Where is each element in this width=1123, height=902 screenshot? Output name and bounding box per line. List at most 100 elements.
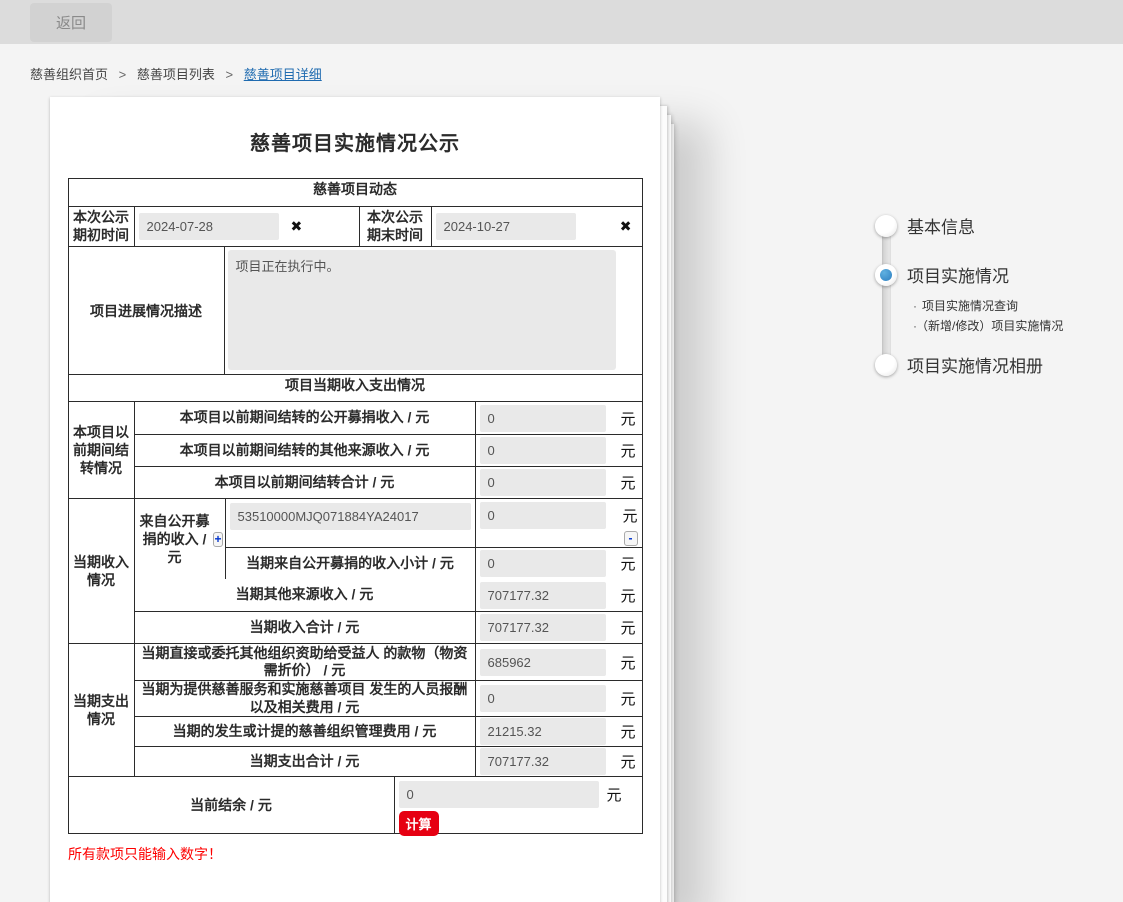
step-album-label: 项目实施情况相册 [907,352,1043,377]
period-start-input[interactable] [139,213,279,240]
unit-label: 元 [622,505,637,526]
period-end-cell: ✖ [431,207,642,246]
carryover-total-cell: 元 [475,467,642,498]
expense-total-input[interactable] [480,748,606,775]
carryover-total-label: 本项目以前期间结转合计 / 元 [135,467,475,498]
balance-input[interactable] [399,781,599,808]
expense-total-label: 当期支出合计 / 元 [135,747,475,776]
breadcrumb-home[interactable]: 慈善组织首页 [30,67,108,82]
period-start-label: 本次公示期初时间 [69,207,134,246]
step-album[interactable]: 项目实施情况相册 [875,352,1123,377]
expense-aid-label: 当期直接或委托其他组织资助给受益人 的款物（物资需折价） / 元 [135,644,475,680]
carryover-group: 本项目以前期间结转情况 本项目以前期间结转的公开募捐收入 / 元 元 本项目以前… [69,401,642,498]
bullet-icon: · [913,319,917,333]
unit-label: 元 [620,688,635,709]
unit-label: 元 [620,440,635,461]
progress-description-textarea[interactable]: 项目正在执行中。 [228,250,616,370]
balance-row: 当前结余 / 元 元 计算 [69,776,642,833]
public-donation-label: 来自公开募捐的收入 / 元+ [135,499,225,579]
step-implementation-label: 项目实施情况 [907,262,1009,287]
donation-amount-input[interactable] [480,502,606,529]
income-group-label: 当期收入情况 [69,499,134,643]
public-donation-label-text: 来自公开募捐的收入 / 元 [137,512,213,567]
step-track [882,227,891,363]
income-total-row: 当期收入合计 / 元 元 [135,611,642,643]
unit-label: 元 [620,553,635,574]
other-income-input[interactable] [480,582,606,609]
section-header-project-dynamics: 慈善项目动态 [69,179,642,206]
calculate-button[interactable]: 计算 [399,811,439,836]
other-income-label: 当期其他来源收入 / 元 [135,579,475,611]
expense-aid-input[interactable] [480,649,606,676]
expense-aid-cell: 元 [475,644,642,680]
breadcrumb-project-list[interactable]: 慈善项目列表 [137,67,215,82]
income-total-label: 当期收入合计 / 元 [135,612,475,643]
step-nav: 基本信息 项目实施情况 ·项目实施情况查询 ·（新增/修改）项目实施情况 项目实… [875,213,1123,377]
carryover-other-cell: 元 [475,435,642,466]
validation-note: 所有款项只能输入数字！ [68,844,660,864]
balance-cell: 元 计算 [394,777,642,833]
expense-row: 当期的发生或计提的慈善组织管理费用 / 元 元 [135,716,642,746]
expense-row: 当期直接或委托其他组织资助给受益人 的款物（物资需折价） / 元 元 [135,644,642,680]
donation-account-row: 元 - [226,499,642,547]
unit-label: 元 [620,472,635,493]
substep-implementation-query[interactable]: ·项目实施情况查询 [913,296,1123,316]
unit-label: 元 [620,721,635,742]
donation-subtotal-label: 当期来自公开募捐的收入小计 / 元 [226,548,475,579]
expense-admin-input[interactable] [480,718,606,745]
carryover-total-input[interactable] [480,469,606,496]
donation-account-input[interactable] [230,503,471,530]
step-implementation[interactable]: 项目实施情况 [875,262,1123,287]
carryover-row: 本项目以前期间结转合计 / 元 元 [135,466,642,498]
carryover-other-label: 本项目以前期间结转的其他来源收入 / 元 [135,435,475,466]
section-header-income-expense: 项目当期收入支出情况 [69,374,642,401]
step-basic-info-label: 基本信息 [907,213,975,238]
remove-row-icon[interactable]: - [624,531,638,546]
substep-implementation-edit[interactable]: ·（新增/修改）项目实施情况 [913,316,1123,336]
donation-subtotal-cell: 元 [475,548,642,579]
breadcrumb-separator: > [119,67,127,82]
carryover-group-label: 本项目以前期间结转情况 [69,402,134,498]
step-implementation-children: ·项目实施情况查询 ·（新增/修改）项目实施情况 [913,296,1123,336]
clear-start-date-icon[interactable]: ✖ [291,218,303,235]
breadcrumb-project-detail[interactable]: 慈善项目详细 [244,67,322,82]
other-income-cell: 元 [475,579,642,611]
public-donation-block: 来自公开募捐的收入 / 元+ 元 [135,499,642,579]
page-title: 慈善项目实施情况公示 [50,127,660,156]
expense-group-label: 当期支出情况 [69,644,134,776]
carryover-row: 本项目以前期间结转的公开募捐收入 / 元 元 [135,402,642,434]
add-row-icon[interactable]: + [213,532,222,547]
carryover-public-input[interactable] [480,405,606,432]
unit-label: 元 [620,652,635,673]
back-button[interactable]: 返回 [30,3,112,42]
form-table: 慈善项目动态 本次公示期初时间 ✖ 本次公示期末时间 ✖ [68,178,643,834]
publicity-period-row: 本次公示期初时间 ✖ 本次公示期末时间 ✖ [69,206,642,246]
period-end-input[interactable] [436,213,576,240]
expense-admin-cell: 元 [475,717,642,746]
carryover-row: 本项目以前期间结转的其他来源收入 / 元 元 [135,434,642,466]
expense-group: 当期支出情况 当期直接或委托其他组织资助给受益人 的款物（物资需折价） / 元 … [69,643,642,776]
clear-end-date-icon[interactable]: ✖ [620,218,632,235]
unit-label: 元 [620,751,635,772]
unit-label: 元 [620,585,635,606]
unit-label: 元 [606,784,621,805]
breadcrumb: 慈善组织首页 > 慈善项目列表 > 慈善项目详细 [0,44,1123,97]
step-basic-info[interactable]: 基本信息 [875,213,1123,238]
balance-label: 当前结余 / 元 [69,777,394,833]
expense-admin-label: 当期的发生或计提的慈善组织管理费用 / 元 [135,717,475,746]
substep-query-label: 项目实施情况查询 [922,299,1018,313]
donation-subtotal-input[interactable] [480,550,606,577]
expense-payroll-label: 当期为提供慈善服务和实施慈善项目 发生的人员报酬以及相关费用 / 元 [135,681,475,716]
expense-payroll-input[interactable] [480,685,606,712]
income-total-cell: 元 [475,612,642,643]
other-income-row: 当期其他来源收入 / 元 元 [135,579,642,611]
income-total-input[interactable] [480,614,606,641]
step-circle-icon [875,215,897,237]
donation-subtotal-row: 当期来自公开募捐的收入小计 / 元 元 [226,547,642,579]
carryover-other-input[interactable] [480,437,606,464]
expense-payroll-cell: 元 [475,681,642,716]
period-start-cell: ✖ [134,207,359,246]
expense-total-cell: 元 [475,747,642,776]
donation-account-cell [226,499,475,547]
step-circle-icon [875,354,897,376]
